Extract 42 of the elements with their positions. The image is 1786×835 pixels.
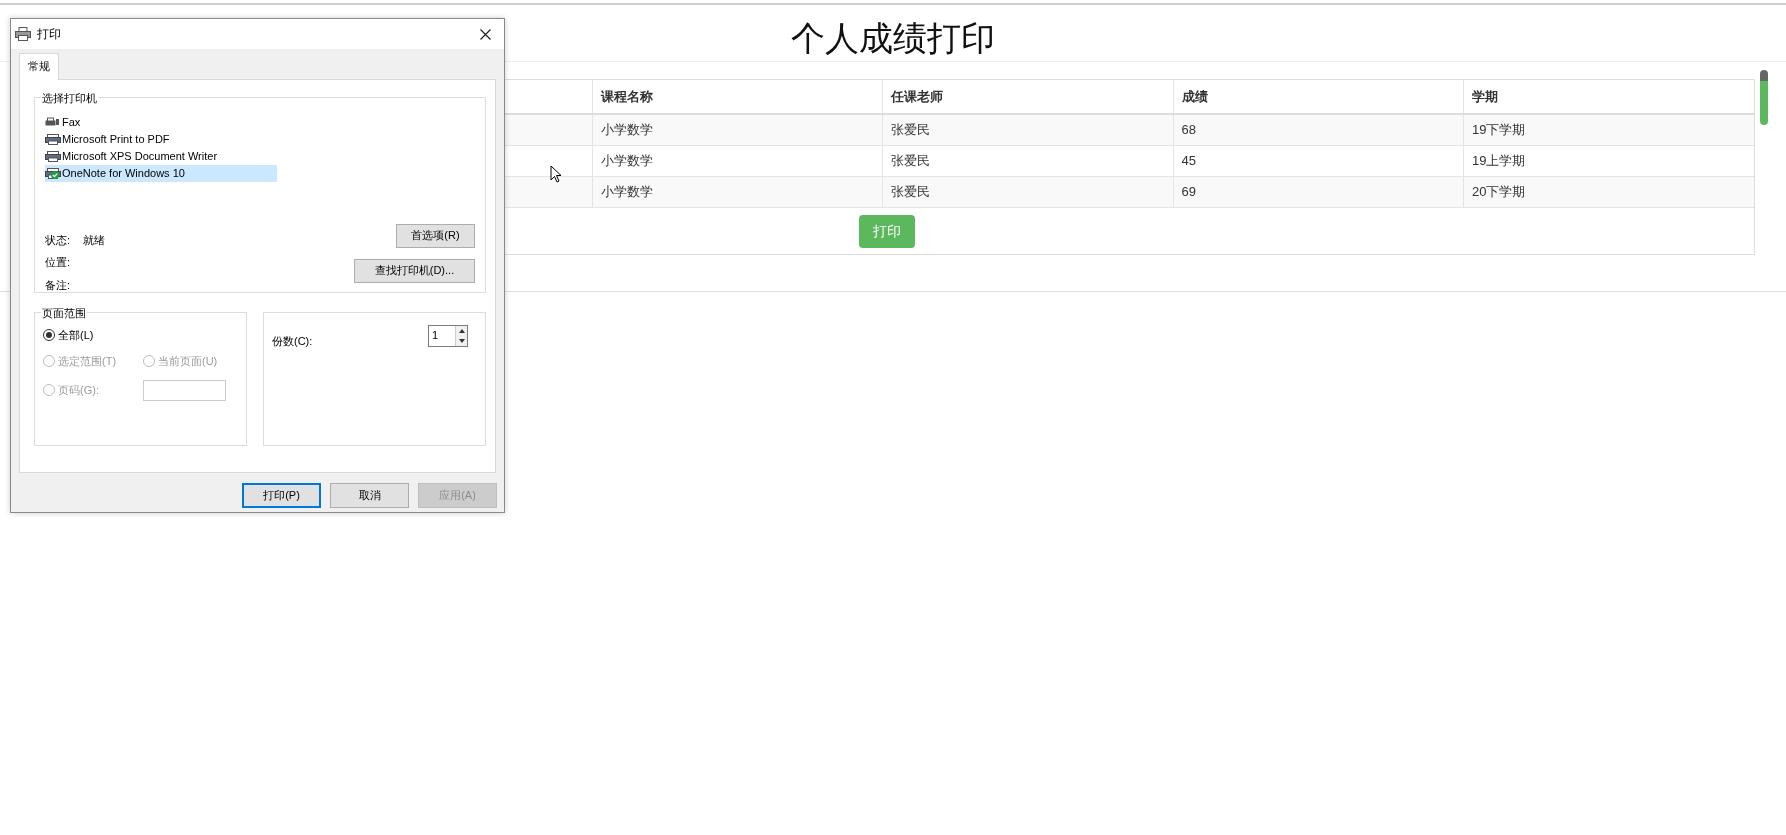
dialog-button[interactable]: 取消 [330, 482, 409, 508]
up-arrow-icon [458, 328, 465, 333]
table-cell: 小学数学 [592, 176, 883, 207]
spin-down-button[interactable] [456, 335, 467, 346]
table-cell: 69 [1173, 176, 1464, 207]
printer-icon [45, 133, 61, 145]
table-cell: 68 [1173, 114, 1464, 145]
printer-item[interactable]: Microsoft Print to PDF [45, 130, 277, 148]
fax-icon [45, 116, 61, 128]
table-cell: 张爱民 [882, 176, 1173, 207]
table-cell: 小学数学 [592, 145, 883, 176]
field-label: 位置: [45, 255, 71, 270]
printer-item[interactable]: OneNote for Windows 10 [45, 164, 277, 182]
table-cell: 张爱民 [882, 145, 1173, 176]
table-cell: 小学数学 [592, 114, 883, 145]
printer-name: Microsoft XPS Document Writer [62, 148, 218, 164]
dialog-title: 打印 [37, 26, 62, 43]
field-label: 状态: [45, 232, 71, 248]
table-cell: 张爱民 [882, 114, 1173, 145]
preferences-button[interactable]: 首选项(R) [396, 223, 475, 248]
page-title: 个人成绩打印 [791, 17, 995, 59]
radio-option[interactable]: 全部(L) [43, 326, 236, 343]
close-icon [479, 28, 491, 40]
table-cell: 20下学期 [1463, 176, 1754, 207]
table-cell: 19下学期 [1463, 114, 1754, 145]
printer-name: Fax [62, 114, 81, 130]
copies-spinner[interactable]: 1 [428, 324, 468, 347]
printer-icon [15, 27, 31, 41]
down-arrow-icon [458, 338, 465, 343]
scrollbar[interactable] [1760, 70, 1768, 125]
field-label: 备注: [45, 277, 71, 293]
table-cell: 45 [1173, 145, 1464, 176]
printer-name: OneNote for Windows 10 [62, 165, 185, 181]
printer-item[interactable]: Fax [45, 113, 277, 131]
spin-up-button[interactable] [456, 325, 467, 336]
copies-label: 份数(C): [272, 333, 313, 349]
field-value: 就绪 [83, 232, 105, 248]
printer-name: Microsoft Print to PDF [62, 131, 170, 147]
tab[interactable]: 常规 [19, 53, 59, 80]
printer-icon [45, 150, 61, 162]
dialog-button[interactable]: 打印(P) [242, 482, 321, 508]
find-printer-button[interactable]: 查找打印机(D)... [354, 258, 475, 283]
